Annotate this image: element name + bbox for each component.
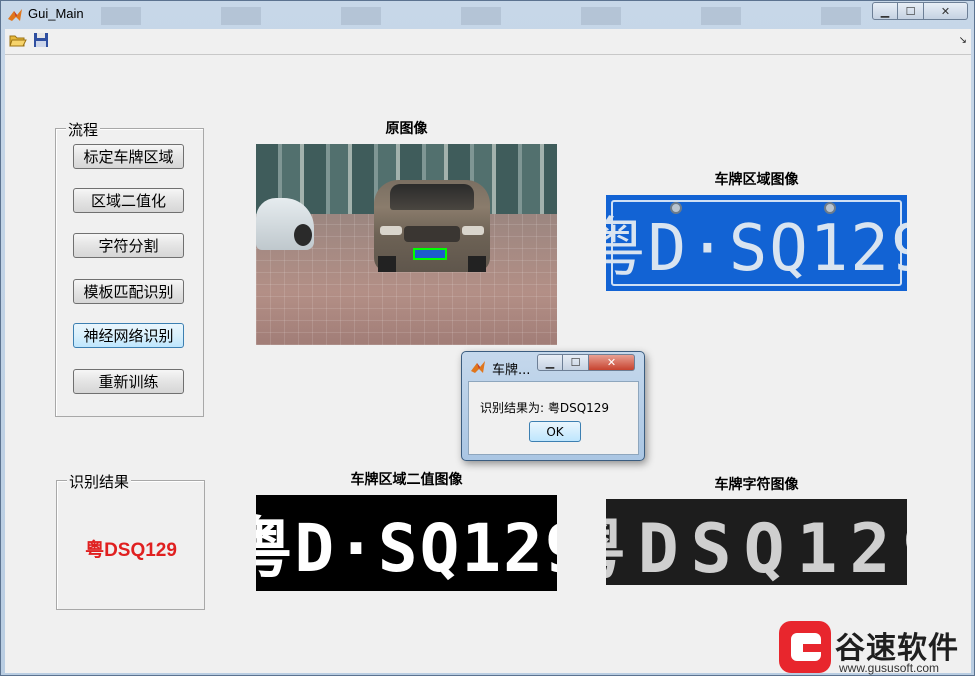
plate-region-title: 车牌区域图像: [714, 172, 799, 188]
retrain-button[interactable]: 重新训练: [73, 369, 184, 394]
process-panel: 流程 标定车牌区域 区域二值化 字符分割 模板匹配识别 神经网络识别 重新训练: [55, 119, 204, 417]
watermark: 谷速软件 www.gususoft.com: [777, 621, 975, 676]
binarize-region-button[interactable]: 区域二值化: [73, 188, 184, 213]
segment-chars-button[interactable]: 字符分割: [73, 233, 184, 258]
dialog-minimize-button[interactable]: ▁: [537, 354, 563, 371]
maximize-button[interactable]: ☐: [898, 2, 924, 20]
dialog-close-button[interactable]: ✕: [589, 354, 635, 371]
dialog-message: 识别结果为: 粤DSQ129: [480, 401, 610, 415]
result-panel: 识别结果 粤DSQ129: [56, 471, 205, 610]
save-button[interactable]: [31, 32, 51, 52]
window-controls: ▁ ☐ ✕: [872, 2, 968, 20]
process-panel-title: 流程: [66, 119, 101, 140]
ok-button[interactable]: OK: [529, 421, 581, 442]
close-button[interactable]: ✕: [924, 2, 968, 20]
result-dialog[interactable]: 车牌... ▁ ☐ ✕ 识别结果为: 粤DSQ129 OK: [461, 351, 645, 461]
plate-binary-text: 粤D·SQ129: [256, 510, 557, 587]
plate-region-image: 粤D·SQ129: [606, 195, 907, 291]
logo-bar: [803, 644, 825, 652]
plate-chars-image: 粤DSQ129: [606, 499, 907, 585]
suv-tyre-left: [378, 256, 396, 272]
title-bar[interactable]: Gui_Main ▁ ☐ ✕: [1, 1, 975, 29]
plate-region-text: 粤D·SQ129: [606, 212, 907, 286]
result-value: 粤DSQ129: [85, 540, 177, 561]
gusu-logo-icon: [779, 621, 831, 673]
plate-chars-title: 车牌字符图像: [714, 477, 799, 493]
open-folder-icon: [9, 32, 27, 52]
plate-binary-image: 粤D·SQ129: [256, 495, 557, 591]
matlab-icon: [470, 359, 486, 375]
locate-plate-button[interactable]: 标定车牌区域: [73, 144, 184, 169]
suv-grille: [404, 226, 460, 242]
neural-net-button[interactable]: 神经网络识别: [73, 323, 184, 348]
white-car-wheel: [294, 224, 312, 246]
toolbar-overflow-icon[interactable]: ↘: [959, 35, 967, 46]
template-match-button[interactable]: 模板匹配识别: [73, 279, 184, 304]
result-panel-title: 识别结果: [67, 471, 132, 492]
matlab-icon: [7, 7, 23, 23]
suv-tyre-right: [468, 256, 486, 272]
original-image: [256, 144, 557, 345]
save-icon: [33, 32, 49, 52]
minimize-button[interactable]: ▁: [872, 2, 898, 20]
dialog-title: 车牌...: [492, 363, 531, 378]
dialog-window-controls: ▁ ☐ ✕: [537, 354, 635, 371]
dialog-body: 识别结果为: 粤DSQ129 OK: [468, 381, 639, 455]
detected-plate-box: [413, 248, 447, 260]
suv-headlight-left: [380, 226, 402, 235]
plate-chars-text: 粤DSQ129: [606, 509, 907, 586]
main-window: Gui_Main ▁ ☐ ✕ ↘ 流程 标定车牌区域 区域二值化 字符分割 模板…: [0, 0, 975, 676]
watermark-url: www.gususoft.com: [839, 661, 940, 675]
open-file-button[interactable]: [8, 32, 28, 52]
background-ghost: [101, 7, 861, 25]
suv-headlight-right: [462, 226, 484, 235]
original-image-title: 原图像: [385, 121, 428, 137]
plate-binary-title: 车牌区域二值图像: [350, 472, 463, 488]
suv-windshield: [390, 184, 474, 210]
toolbar: ↘: [5, 29, 971, 55]
window-title: Gui_Main: [28, 6, 84, 21]
dialog-maximize-button[interactable]: ☐: [563, 354, 589, 371]
